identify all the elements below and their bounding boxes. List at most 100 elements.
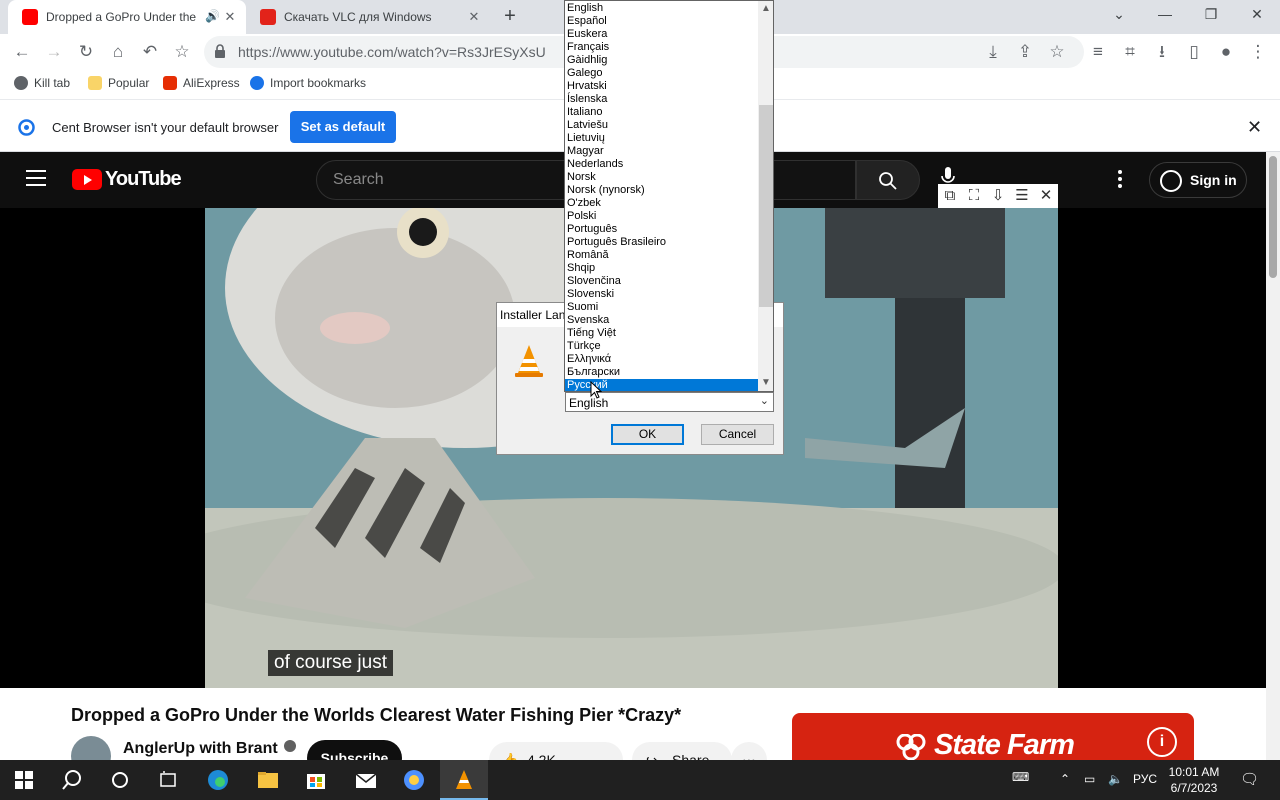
dropdown-scrollbar[interactable]: ▲ ▼ bbox=[758, 1, 773, 391]
language-option[interactable]: Nederlands bbox=[565, 158, 758, 171]
page-scrollbar[interactable] bbox=[1266, 152, 1280, 760]
tab-search-icon[interactable]: ⌄ bbox=[1096, 0, 1142, 30]
reading-list-icon[interactable]: ≡ bbox=[1087, 41, 1109, 63]
crop-icon[interactable]: ⌗ bbox=[1119, 41, 1141, 63]
language-option[interactable]: Slovenski bbox=[565, 288, 758, 301]
undo-close-icon[interactable]: ↶ bbox=[139, 41, 161, 63]
cortana-icon[interactable] bbox=[108, 768, 132, 792]
touch-keyboard-icon[interactable]: ⌨ bbox=[1012, 770, 1029, 784]
search-button[interactable] bbox=[856, 160, 920, 200]
fullscreen-icon[interactable]: ⛶ bbox=[962, 184, 986, 208]
vlc-taskbar-button[interactable] bbox=[440, 760, 488, 800]
language-option[interactable]: Ελληνικά bbox=[565, 353, 758, 366]
language-option[interactable]: English bbox=[565, 2, 758, 15]
set-default-button[interactable]: Set as default bbox=[290, 111, 396, 143]
task-view-icon[interactable] bbox=[156, 768, 180, 792]
sign-in-button[interactable]: Sign in bbox=[1149, 162, 1247, 198]
browser-menu-icon[interactable]: ⋮ bbox=[1247, 41, 1269, 63]
tab-close-icon[interactable]: ✕ bbox=[466, 9, 482, 25]
language-option[interactable]: Hrvatski bbox=[565, 80, 758, 93]
sidebar-icon[interactable]: ▯ bbox=[1183, 41, 1205, 63]
language-option[interactable]: Íslenska bbox=[565, 93, 758, 106]
tab-title: Скачать VLC для Windows bbox=[284, 10, 432, 24]
dropdown-scrollbar-thumb[interactable] bbox=[759, 105, 773, 307]
language-option[interactable]: Português bbox=[565, 223, 758, 236]
notifications-icon[interactable]: 🗨 bbox=[1240, 770, 1259, 788]
profile-icon[interactable]: ● bbox=[1215, 41, 1237, 63]
back-icon[interactable]: ← bbox=[11, 41, 33, 63]
downloads-icon[interactable]: ⭳ bbox=[1151, 41, 1173, 63]
language-option[interactable]: Български bbox=[565, 366, 758, 379]
store-icon[interactable] bbox=[304, 768, 328, 792]
bookmark-import[interactable]: Import bookmarks bbox=[250, 76, 366, 90]
file-explorer-icon[interactable] bbox=[256, 768, 280, 792]
infobar-close-icon[interactable]: ✕ bbox=[1247, 117, 1262, 138]
restore-icon[interactable]: ❐ bbox=[1188, 0, 1234, 30]
bookmark-star-icon[interactable]: ☆ bbox=[171, 41, 193, 63]
tab-vlc[interactable]: Скачать VLC для Windows ✕ bbox=[246, 0, 490, 34]
tab-close-icon[interactable]: ✕ bbox=[222, 9, 238, 25]
language-option[interactable]: Euskera bbox=[565, 28, 758, 41]
language-option[interactable]: Türkçe bbox=[565, 340, 758, 353]
bookmark-aliexpress[interactable]: AliExpress bbox=[163, 76, 240, 90]
language-option[interactable]: O'zbek bbox=[565, 197, 758, 210]
network-icon[interactable]: ▭ bbox=[1084, 772, 1095, 786]
bookmark-page-icon[interactable]: ☆ bbox=[1046, 41, 1068, 63]
install-icon[interactable]: ⤓ bbox=[982, 41, 1004, 63]
new-tab-icon[interactable]: + bbox=[499, 6, 521, 28]
language-option[interactable]: Gàidhlig bbox=[565, 54, 758, 67]
clock[interactable]: 10:01 AM 6/7/2023 bbox=[1166, 764, 1222, 796]
language-option[interactable]: Norsk (nynorsk) bbox=[565, 184, 758, 197]
scroll-up-icon[interactable]: ▲ bbox=[758, 1, 773, 17]
language-option[interactable]: Suomi bbox=[565, 301, 758, 314]
language-option[interactable]: Latviešu bbox=[565, 119, 758, 132]
language-option[interactable]: Svenska bbox=[565, 314, 758, 327]
language-option[interactable]: Français bbox=[565, 41, 758, 54]
mail-icon[interactable] bbox=[354, 768, 378, 792]
channel-name[interactable]: AnglerUp with Brant bbox=[123, 740, 296, 758]
popout-icon[interactable]: ⧉ bbox=[938, 184, 962, 208]
cancel-button[interactable]: Cancel bbox=[701, 424, 774, 445]
tab-youtube[interactable]: Dropped a GoPro Under the Wo 🔊 ✕ bbox=[8, 0, 246, 34]
language-option[interactable]: Norsk bbox=[565, 171, 758, 184]
volume-muted-icon[interactable]: 🔈 bbox=[1108, 772, 1123, 786]
bookmark-popular[interactable]: Popular bbox=[88, 76, 149, 90]
home-icon[interactable]: ⌂ bbox=[107, 41, 129, 63]
language-option[interactable]: Italiano bbox=[565, 106, 758, 119]
download-video-icon[interactable]: ⇩ bbox=[986, 184, 1010, 208]
ok-button[interactable]: OK bbox=[611, 424, 684, 445]
overlay-close-icon[interactable]: ✕ bbox=[1034, 184, 1058, 208]
ad-info-icon[interactable]: i bbox=[1147, 727, 1177, 757]
search-taskbar-icon[interactable] bbox=[60, 768, 84, 792]
window-close-icon[interactable]: ✕ bbox=[1234, 0, 1280, 30]
language-option[interactable]: Español bbox=[565, 15, 758, 28]
scrollbar-thumb[interactable] bbox=[1269, 156, 1277, 278]
language-option[interactable]: Slovenčina bbox=[565, 275, 758, 288]
cent-browser-taskbar-icon[interactable] bbox=[402, 768, 426, 792]
edge-icon[interactable] bbox=[206, 768, 230, 792]
language-option[interactable]: Magyar bbox=[565, 145, 758, 158]
language-option[interactable]: Shqip bbox=[565, 262, 758, 275]
language-option[interactable]: Lietuvių bbox=[565, 132, 758, 145]
show-hidden-icons-icon[interactable]: ⌃ bbox=[1060, 772, 1070, 786]
language-option[interactable]: Português Brasileiro bbox=[565, 236, 758, 249]
language-option[interactable]: Galego bbox=[565, 67, 758, 80]
hamburger-icon[interactable] bbox=[26, 170, 46, 186]
scroll-down-icon[interactable]: ▼ bbox=[758, 375, 773, 391]
tab-title: Dropped a GoPro Under the Wo bbox=[46, 10, 196, 24]
list-icon[interactable]: ☰ bbox=[1010, 184, 1034, 208]
language-option[interactable]: Tiếng Việt bbox=[565, 327, 758, 340]
bookmark-kill-tab[interactable]: Kill tab bbox=[14, 76, 70, 90]
input-language[interactable]: РУС bbox=[1133, 772, 1157, 786]
language-option[interactable]: Polski bbox=[565, 210, 758, 223]
minimize-icon[interactable]: — bbox=[1142, 0, 1188, 30]
language-dropdown-list[interactable]: English Español Euskera Français Gàidhlig Gal… bbox=[564, 0, 774, 392]
language-option[interactable]: Română bbox=[565, 249, 758, 262]
youtube-logo[interactable]: YouTube bbox=[72, 168, 182, 191]
reload-icon[interactable]: ↻ bbox=[75, 41, 97, 63]
settings-kebab-icon[interactable] bbox=[1118, 170, 1122, 188]
windows-start-icon[interactable] bbox=[12, 768, 36, 792]
speaker-icon[interactable]: 🔊 bbox=[205, 9, 220, 23]
share-page-icon[interactable]: ⇪ bbox=[1014, 41, 1036, 63]
forward-icon[interactable]: → bbox=[43, 41, 65, 63]
